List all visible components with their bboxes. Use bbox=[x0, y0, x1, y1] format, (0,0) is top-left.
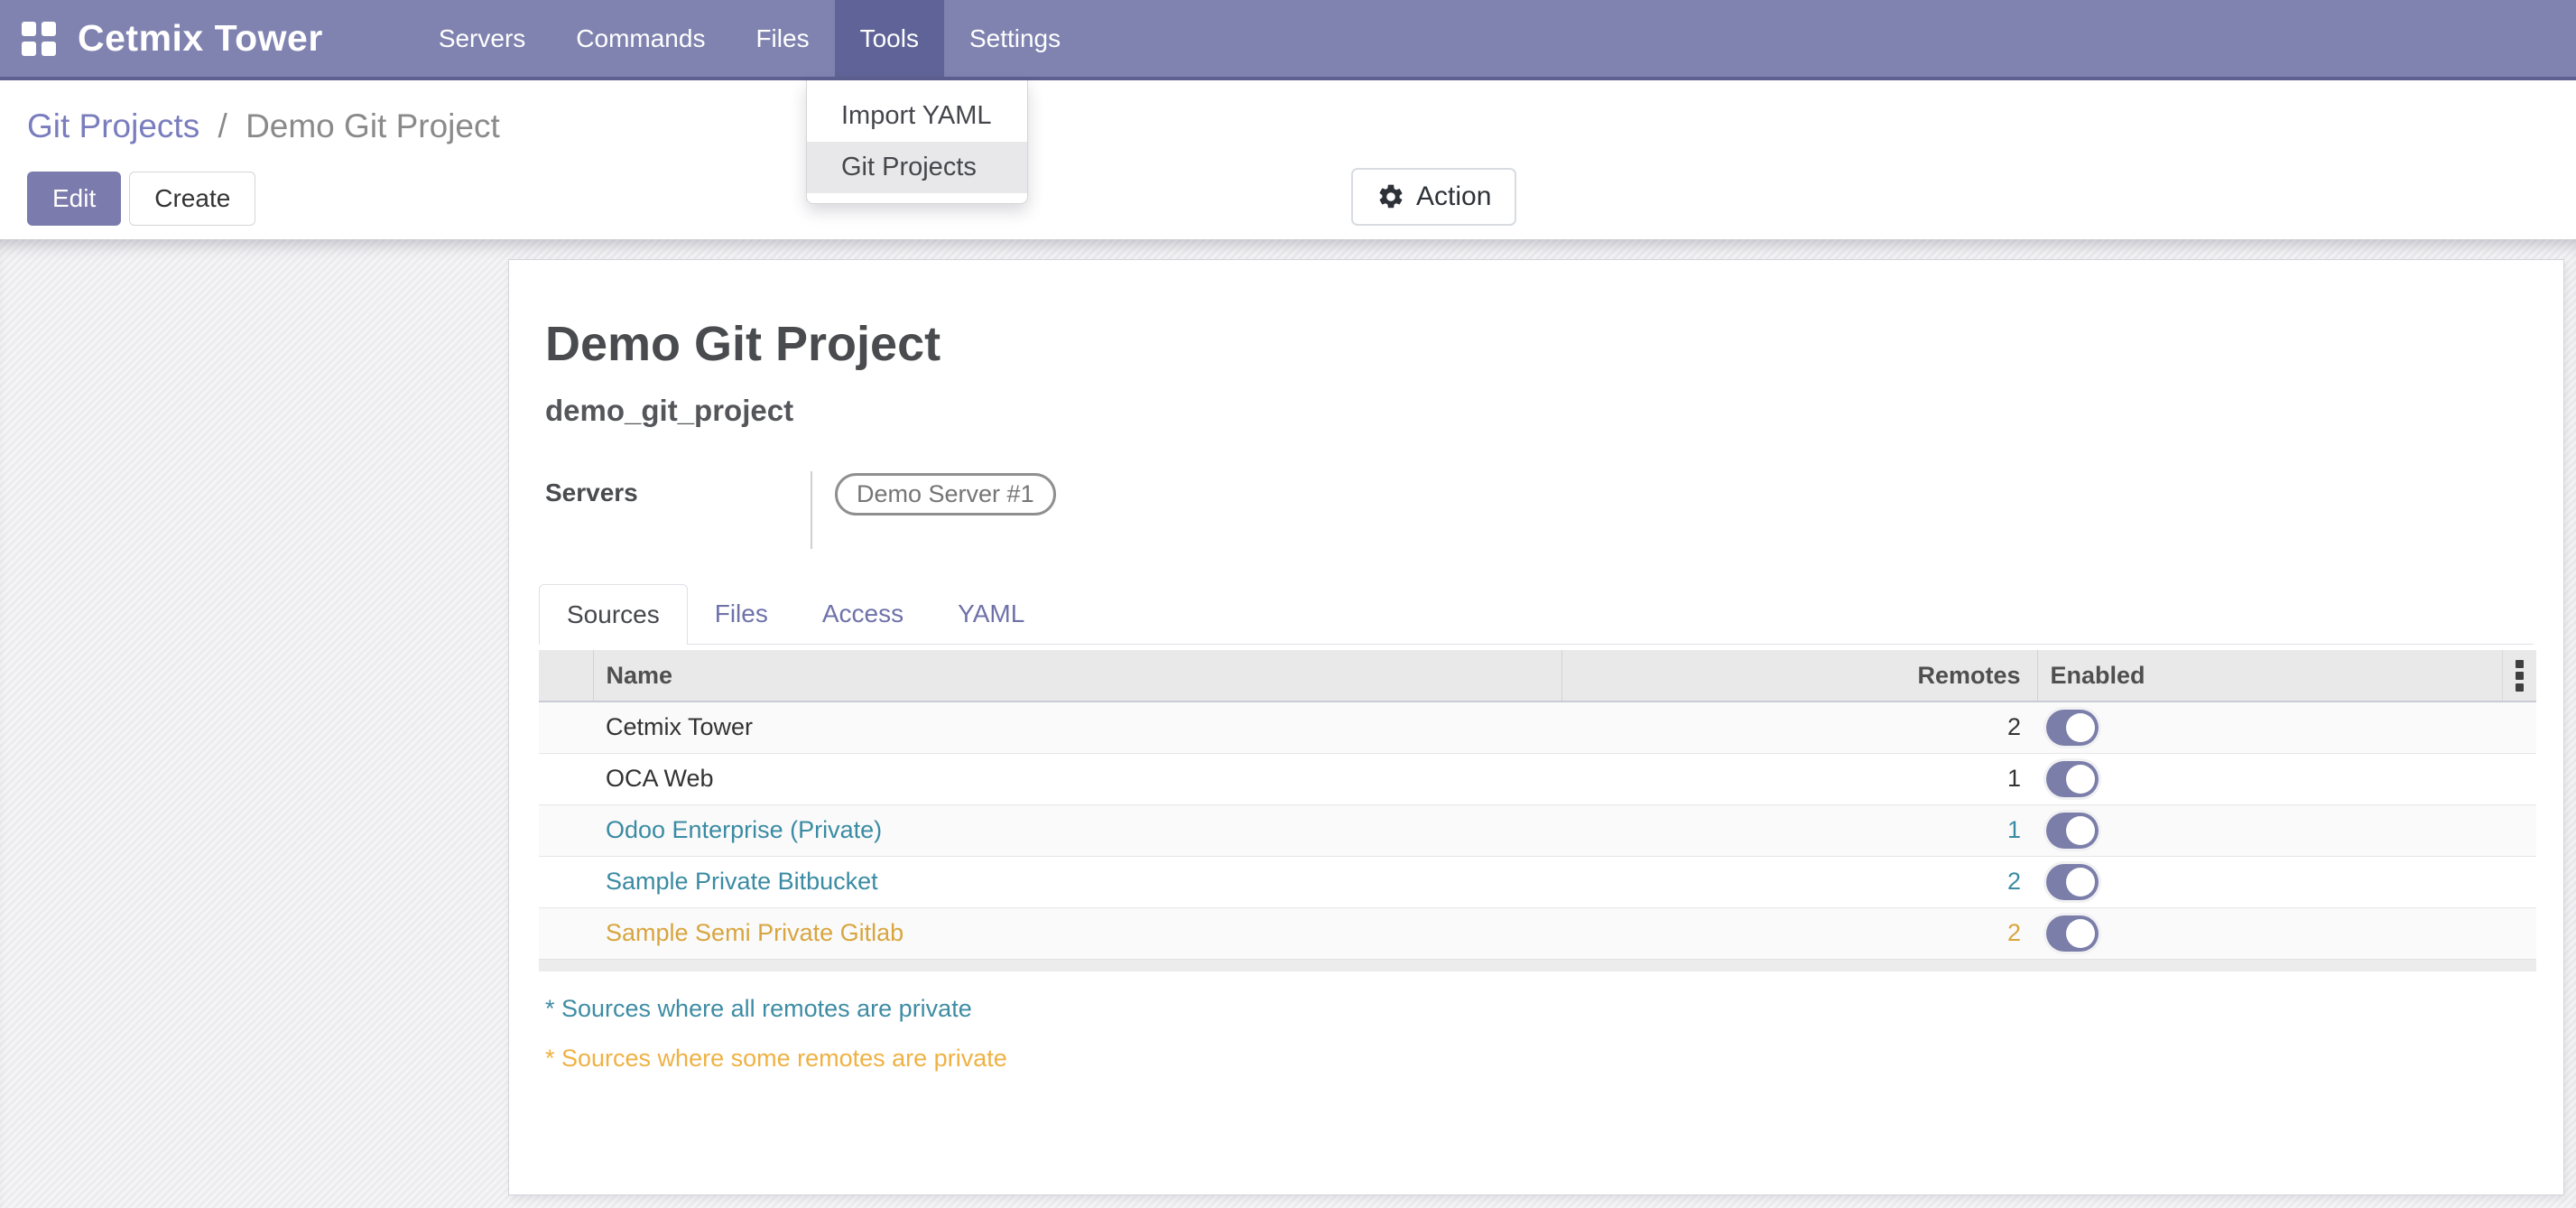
column-header-enabled[interactable]: Enabled bbox=[2037, 650, 2502, 702]
record-technical-name: demo_git_project bbox=[545, 394, 2534, 428]
nav-item-commands[interactable]: Commands bbox=[551, 0, 730, 77]
source-remotes-count: 2 bbox=[1561, 702, 2037, 753]
enabled-toggle[interactable] bbox=[2046, 813, 2099, 849]
breadcrumb-current: Demo Git Project bbox=[246, 107, 500, 144]
gear-icon bbox=[1376, 182, 1405, 211]
control-panel: Git Projects / Demo Git Project Edit Cre… bbox=[0, 80, 2576, 239]
legend-all-private: * Sources where all remotes are private bbox=[545, 995, 2534, 1023]
enabled-toggle[interactable] bbox=[2046, 864, 2099, 900]
form-sheet: Demo Git Project demo_git_project Server… bbox=[508, 259, 2564, 1195]
edit-button[interactable]: Edit bbox=[27, 172, 121, 226]
tab-files[interactable]: Files bbox=[688, 584, 795, 644]
action-menu-button[interactable]: Action bbox=[1351, 168, 1516, 226]
servers-field-value: Demo Server #1 bbox=[812, 471, 1056, 549]
record-title: Demo Git Project bbox=[545, 316, 2534, 372]
source-name[interactable]: Sample Private Bitbucket bbox=[593, 856, 1561, 907]
breadcrumb-separator: / bbox=[209, 107, 236, 144]
content-background: Demo Git Project demo_git_project Server… bbox=[0, 239, 2576, 1208]
column-header-options bbox=[2502, 650, 2536, 702]
source-name[interactable]: OCA Web bbox=[593, 753, 1561, 804]
table-header-row: Name Remotes Enabled bbox=[539, 650, 2536, 702]
tab-yaml[interactable]: YAML bbox=[931, 584, 1052, 644]
source-remotes-count: 1 bbox=[1561, 804, 2037, 856]
tools-dropdown-menu: Import YAML Git Projects bbox=[806, 80, 1028, 204]
source-remotes-count: 1 bbox=[1561, 753, 2037, 804]
app-brand[interactable]: Cetmix Tower bbox=[78, 0, 341, 77]
column-header-handle bbox=[539, 650, 593, 702]
server-tag[interactable]: Demo Server #1 bbox=[835, 473, 1056, 516]
enabled-toggle[interactable] bbox=[2046, 915, 2099, 952]
top-navbar: Cetmix Tower Servers Commands Files Tool… bbox=[0, 0, 2576, 80]
source-name[interactable]: Sample Semi Private Gitlab bbox=[593, 907, 1561, 959]
navbar-menu: Servers Commands Files Tools Settings bbox=[413, 0, 1086, 77]
create-button[interactable]: Create bbox=[129, 172, 255, 226]
tab-sources[interactable]: Sources bbox=[539, 584, 688, 645]
table-row[interactable]: OCA Web 1 bbox=[539, 753, 2536, 804]
legend-semi-private: * Sources where some remotes are private bbox=[545, 1045, 2534, 1073]
servers-field-group: Servers Demo Server #1 bbox=[545, 471, 2534, 549]
source-remotes-count: 2 bbox=[1561, 856, 2037, 907]
source-name[interactable]: Odoo Enterprise (Private) bbox=[593, 804, 1561, 856]
column-header-name[interactable]: Name bbox=[593, 650, 1561, 702]
breadcrumb-parent-link[interactable]: Git Projects bbox=[27, 107, 199, 144]
nav-item-settings[interactable]: Settings bbox=[944, 0, 1086, 77]
enabled-toggle[interactable] bbox=[2046, 761, 2099, 797]
apps-grid-icon[interactable] bbox=[0, 0, 78, 77]
notebook-tabs: Sources Files Access YAML bbox=[539, 583, 2534, 645]
servers-field-label: Servers bbox=[545, 471, 812, 549]
legend: * Sources where all remotes are private … bbox=[545, 995, 2534, 1073]
enabled-toggle[interactable] bbox=[2046, 710, 2099, 746]
apps-grid-icon-glyph bbox=[22, 22, 56, 56]
action-button-label: Action bbox=[1416, 181, 1491, 212]
source-name[interactable]: Cetmix Tower bbox=[593, 702, 1561, 753]
table-row[interactable]: Sample Semi Private Gitlab 2 bbox=[539, 907, 2536, 959]
source-remotes-count: 2 bbox=[1561, 907, 2037, 959]
nav-item-tools[interactable]: Tools bbox=[835, 0, 944, 77]
table-row[interactable]: Odoo Enterprise (Private) 1 bbox=[539, 804, 2536, 856]
table-footer-band bbox=[539, 959, 2536, 971]
nav-item-servers[interactable]: Servers bbox=[413, 0, 551, 77]
column-header-remotes[interactable]: Remotes bbox=[1561, 650, 2037, 702]
table-row[interactable]: Sample Private Bitbucket 2 bbox=[539, 856, 2536, 907]
tab-access[interactable]: Access bbox=[795, 584, 931, 644]
dropdown-item-git-projects[interactable]: Git Projects bbox=[807, 142, 1027, 193]
dropdown-item-import-yaml[interactable]: Import YAML bbox=[807, 90, 1027, 142]
nav-item-files[interactable]: Files bbox=[730, 0, 834, 77]
breadcrumb: Git Projects / Demo Git Project bbox=[0, 80, 2576, 145]
table-row[interactable]: Cetmix Tower 2 bbox=[539, 702, 2536, 753]
optional-columns-icon[interactable] bbox=[2503, 660, 2537, 692]
sources-list-table: Name Remotes Enabled Cetmix Tower 2 bbox=[539, 650, 2536, 959]
control-panel-buttons: Edit Create bbox=[27, 172, 255, 226]
